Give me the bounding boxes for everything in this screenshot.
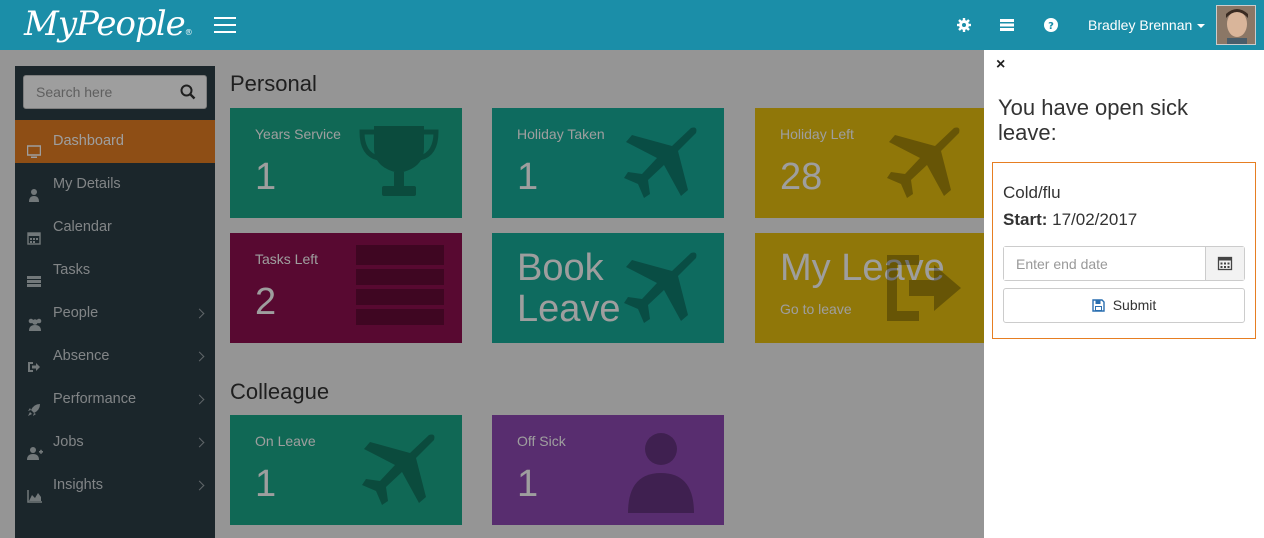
save-icon xyxy=(1092,299,1105,312)
modal-backdrop[interactable] xyxy=(0,50,984,538)
app-logo[interactable]: MyPeople® xyxy=(24,4,193,44)
sick-leave-panel: × You have open sick leave: Cold/flu Sta… xyxy=(984,50,1264,538)
svg-text:?: ? xyxy=(1048,21,1054,32)
sick-leave-card: Cold/flu Start: 17/02/2017 Submit xyxy=(992,162,1256,339)
close-icon[interactable]: × xyxy=(996,56,1005,74)
top-bar: MyPeople® ? Bradley Brennan xyxy=(0,0,1264,50)
user-menu[interactable]: Bradley Brennan xyxy=(1088,17,1206,33)
leave-type: Cold/flu xyxy=(1003,183,1061,202)
settings-icon[interactable] xyxy=(956,17,972,33)
menu-toggle-icon[interactable] xyxy=(214,17,236,33)
end-date-input[interactable] xyxy=(1004,247,1206,280)
panel-title: You have open sick leave: xyxy=(998,95,1188,145)
caret-down-icon xyxy=(1197,24,1206,29)
avatar[interactable] xyxy=(1216,5,1256,45)
end-date-group xyxy=(1003,246,1245,281)
list-icon[interactable] xyxy=(999,17,1015,33)
submit-button[interactable]: Submit xyxy=(1003,288,1245,323)
help-icon[interactable]: ? xyxy=(1043,17,1059,33)
calendar-icon[interactable] xyxy=(1206,247,1244,280)
leave-start: Start: 17/02/2017 xyxy=(1003,210,1138,229)
